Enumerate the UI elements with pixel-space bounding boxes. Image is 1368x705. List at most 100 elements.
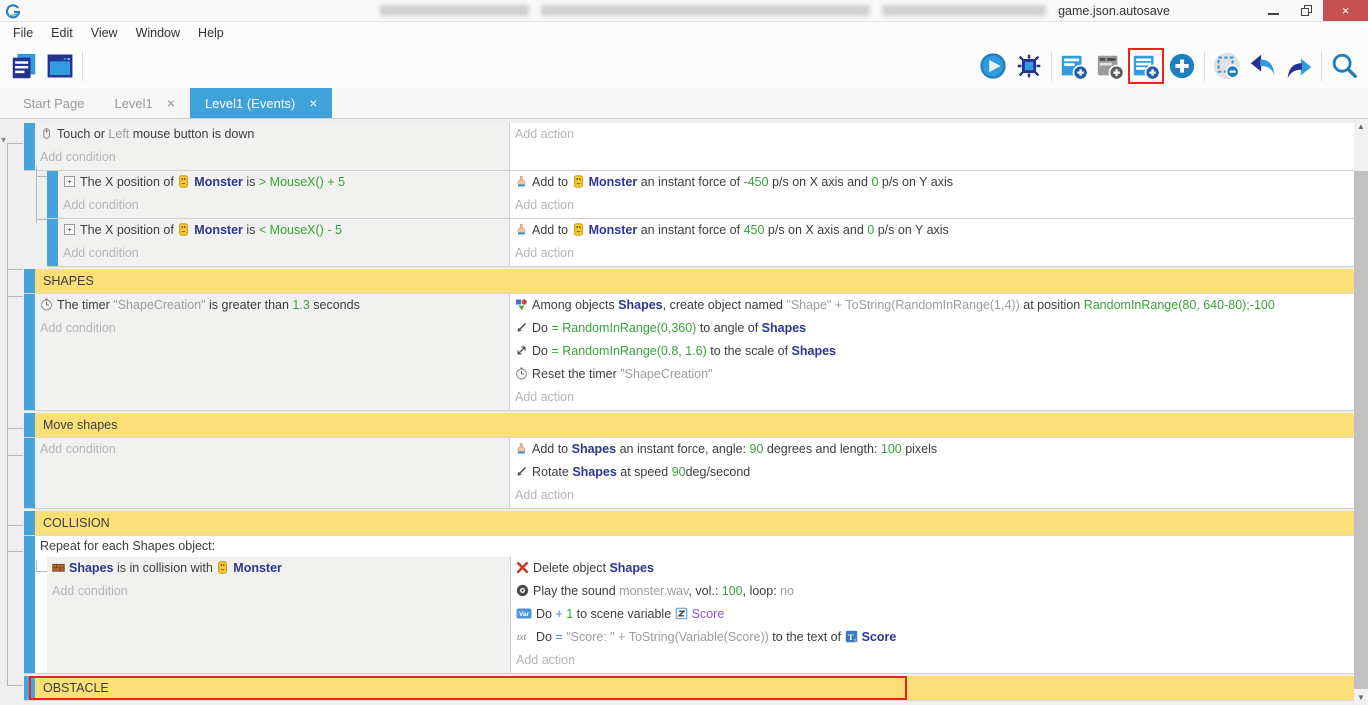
action-line[interactable]: Play the sound monster.wav, vol.: 100, l… <box>511 581 1354 604</box>
project-manager-icon[interactable] <box>6 48 42 84</box>
add-action-button[interactable]: Add action <box>510 485 1354 506</box>
tree-line <box>36 219 47 220</box>
tab-level1[interactable]: Level1× <box>99 88 190 118</box>
text-segment: Score <box>862 630 897 644</box>
menu-file[interactable]: File <box>4 22 42 44</box>
action-line[interactable]: Do = RandomInRange(0,360) to angle of Sh… <box>510 318 1354 341</box>
add-action-button[interactable]: Add action <box>510 243 1354 264</box>
actions-cell[interactable]: Delete object ShapesPlay the sound monst… <box>511 557 1354 673</box>
search-icon[interactable] <box>1326 48 1362 84</box>
text-segment: 90 <box>672 465 686 479</box>
actions-cell[interactable]: Among objects Shapes, create object name… <box>510 294 1354 410</box>
action-line[interactable]: txtDo = "Score: " + ToString(Variable(Sc… <box>511 627 1354 650</box>
tab-close-icon[interactable]: × <box>167 95 175 111</box>
angle-icon <box>515 320 528 341</box>
tab-level1-events-[interactable]: Level1 (Events)× <box>190 88 333 118</box>
add-object-icon[interactable] <box>1164 48 1200 84</box>
conditions-cell[interactable]: The X position of Monster is > MouseX() … <box>58 171 510 218</box>
group-title: OBSTACLE <box>35 676 1354 700</box>
event-row: The X position of Monster is < MouseX() … <box>47 219 1354 267</box>
conditions-cell[interactable]: Shapes is in collision with MonsterAdd c… <box>47 557 511 673</box>
actions-cell[interactable]: Add to Shapes an instant force, angle: 9… <box>510 438 1354 508</box>
condition-line[interactable]: The X position of Monster is > MouseX() … <box>58 172 509 195</box>
menu-help[interactable]: Help <box>189 22 233 44</box>
close-button[interactable]: × <box>1323 0 1368 21</box>
add-condition-button[interactable]: Add condition <box>58 195 509 216</box>
restore-button[interactable] <box>1290 0 1323 21</box>
group-row-obstacle[interactable]: OBSTACLE <box>24 676 1354 701</box>
conditions-cell[interactable]: Add condition <box>35 438 510 508</box>
menu-view[interactable]: View <box>82 22 127 44</box>
tree-line <box>7 269 23 270</box>
group-row-shapes[interactable]: SHAPES <box>24 269 1354 294</box>
conditions-cell[interactable]: The timer "ShapeCreation" is greater tha… <box>35 294 510 410</box>
event-selection-bar[interactable] <box>24 413 35 437</box>
action-line[interactable]: Reset the timer "ShapeCreation" <box>510 364 1354 387</box>
add-action-button[interactable]: Add action <box>510 387 1354 408</box>
conditions-cell[interactable]: Touch or Left mouse button is downAdd co… <box>35 123 510 170</box>
action-line[interactable]: Add to Monster an instant force of -450 … <box>510 172 1354 195</box>
add-action-button[interactable]: Add action <box>510 124 1354 145</box>
condition-line[interactable]: Touch or Left mouse button is down <box>35 124 509 147</box>
event-selection-bar[interactable] <box>24 438 35 508</box>
event-selection-bar[interactable] <box>24 123 35 170</box>
group-row-move-shapes[interactable]: Move shapes <box>24 413 1354 438</box>
event-row: The X position of Monster is > MouseX() … <box>47 171 1354 219</box>
add-condition-button[interactable]: Add condition <box>47 581 510 602</box>
collapse-arrow-icon[interactable]: ▾ <box>1 136 6 146</box>
add-condition-button[interactable]: Add condition <box>35 147 509 168</box>
tab-close-icon[interactable]: × <box>309 95 317 111</box>
action-line[interactable]: Among objects Shapes, create object name… <box>510 295 1354 318</box>
event-selection-bar[interactable] <box>24 269 35 293</box>
condition-line[interactable]: The timer "ShapeCreation" is greater tha… <box>35 295 509 318</box>
menu-edit[interactable]: Edit <box>42 22 82 44</box>
foreach-header[interactable]: Repeat for each Shapes object: <box>35 536 1354 557</box>
add-subevent-icon[interactable] <box>1092 48 1128 84</box>
actions-cell[interactable]: Add action <box>510 123 1354 170</box>
minimize-button[interactable] <box>1257 0 1290 21</box>
add-condition-button[interactable]: Add condition <box>35 439 509 460</box>
tree-line <box>7 685 23 686</box>
vertical-scrollbar[interactable]: ▲ ▼ <box>1354 119 1368 705</box>
conditions-cell[interactable]: The X position of Monster is < MouseX() … <box>58 219 510 266</box>
add-comment-icon[interactable] <box>1128 48 1164 84</box>
undo-icon[interactable] <box>1245 48 1281 84</box>
actions-cell[interactable]: Add to Monster an instant force of -450 … <box>510 171 1354 218</box>
event-selection-bar[interactable] <box>24 511 35 535</box>
toggle-disable-icon[interactable] <box>1209 48 1245 84</box>
actions-cell[interactable]: Add to Monster an instant force of 450 p… <box>510 219 1354 266</box>
action-line[interactable]: Rotate Shapes at speed 90deg/second <box>510 462 1354 485</box>
action-line[interactable]: VarDo + 1 to scene variable Score <box>511 604 1354 627</box>
menu-window[interactable]: Window <box>127 22 189 44</box>
add-action-button[interactable]: Add action <box>511 650 1354 671</box>
action-line[interactable]: Add to Shapes an instant force, angle: 9… <box>510 439 1354 462</box>
condition-line[interactable]: Shapes is in collision with Monster <box>47 558 510 581</box>
event-selection-bar[interactable] <box>47 219 58 266</box>
text-segment: Shapes <box>572 465 616 479</box>
event-selection-bar[interactable] <box>24 676 35 700</box>
text-segment: Rotate <box>532 465 572 479</box>
scroll-down-arrow[interactable]: ▼ <box>1354 690 1368 705</box>
monster-icon <box>572 174 585 195</box>
play-icon[interactable] <box>975 48 1011 84</box>
condition-line[interactable]: The X position of Monster is < MouseX() … <box>58 220 509 243</box>
var-icon: Var <box>516 606 532 627</box>
debug-icon[interactable] <box>1011 48 1047 84</box>
event-selection-bar[interactable] <box>47 171 58 218</box>
scroll-up-arrow[interactable]: ▲ <box>1354 119 1368 134</box>
start-page-icon[interactable] <box>42 48 78 84</box>
event-selection-bar[interactable] <box>24 536 35 673</box>
add-event-icon[interactable] <box>1056 48 1092 84</box>
event-selection-bar[interactable] <box>24 294 35 410</box>
add-condition-button[interactable]: Add condition <box>58 243 509 264</box>
action-line[interactable]: Delete object Shapes <box>511 558 1354 581</box>
group-row-collision[interactable]: COLLISION <box>24 511 1354 536</box>
redo-icon[interactable] <box>1281 48 1317 84</box>
scrollbar-thumb[interactable] <box>1354 171 1368 689</box>
action-line[interactable]: Add to Monster an instant force of 450 p… <box>510 220 1354 243</box>
action-line[interactable]: Do = RandomInRange(0.8, 1.6) to the scal… <box>510 341 1354 364</box>
add-condition-button[interactable]: Add condition <box>35 318 509 339</box>
tab-start-page[interactable]: Start Page <box>8 88 99 118</box>
text-segment: an instant force, angle: <box>616 442 749 456</box>
add-action-button[interactable]: Add action <box>510 195 1354 216</box>
